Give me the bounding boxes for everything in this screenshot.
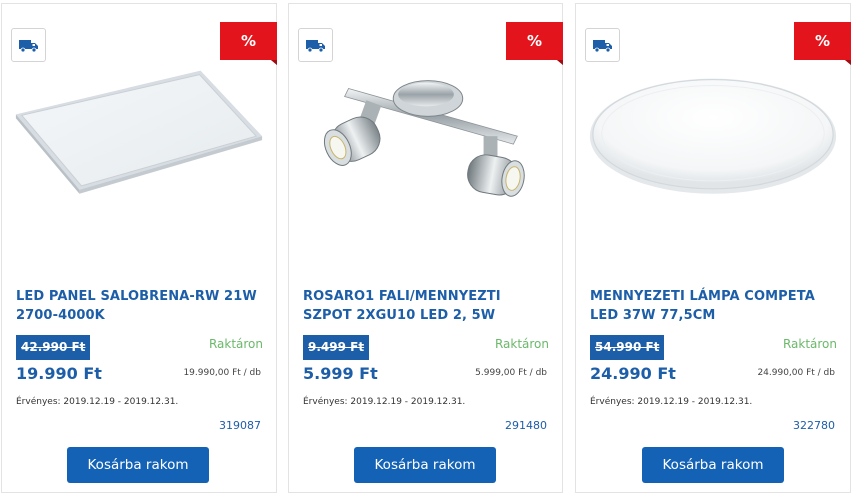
stock-status: Raktáron bbox=[494, 337, 549, 351]
product-card: % MENNYEZETI LÁMPA COMPETA LED 37W 77,5C… bbox=[575, 3, 851, 493]
truck-icon bbox=[298, 28, 333, 62]
add-to-cart-button[interactable]: Kosárba rakom bbox=[354, 447, 496, 483]
old-price: 9.499 Ft bbox=[303, 335, 370, 360]
price: 24.990 Ft bbox=[590, 364, 676, 383]
product-sku: 322780 bbox=[793, 419, 835, 432]
validity-text: Érvényes: 2019.12.19 - 2019.12.31. bbox=[303, 397, 466, 407]
unit-price: 5.999,00 Ft / db bbox=[475, 368, 547, 378]
product-sku: 291480 bbox=[505, 419, 547, 432]
product-title[interactable]: MENNYEZETI LÁMPA COMPETA LED 37W 77,5CM bbox=[590, 287, 840, 325]
product-title[interactable]: ROSARO1 FALI/MENNYEZTI SZPOT 2XGU10 LED … bbox=[303, 287, 553, 325]
product-title[interactable]: LED PANEL SALOBRENA-RW 21W 2700-4000K bbox=[16, 287, 266, 325]
price: 19.990 Ft bbox=[16, 364, 102, 383]
product-sku: 319087 bbox=[219, 419, 261, 432]
validity-text: Érvényes: 2019.12.19 - 2019.12.31. bbox=[16, 397, 179, 407]
old-price: 42.990 Ft bbox=[16, 335, 91, 360]
product-card: % ROSARO1 FALI/MENNYEZTI SZPOT 2XGU10 LE… bbox=[288, 3, 563, 493]
unit-price: 19.990,00 Ft / db bbox=[183, 368, 261, 378]
ceiling-lamp-image[interactable] bbox=[576, 60, 850, 260]
product-card: % LED PANEL SALOBRENA-RW 21W 2700-4000K … bbox=[1, 3, 277, 493]
add-to-cart-button[interactable]: Kosárba rakom bbox=[67, 447, 209, 483]
truck-icon bbox=[11, 28, 46, 62]
sale-badge: % bbox=[794, 22, 851, 65]
truck-icon bbox=[585, 28, 620, 62]
sale-badge: % bbox=[506, 22, 563, 65]
spotlight-image[interactable] bbox=[289, 60, 562, 260]
sale-badge: % bbox=[220, 22, 277, 65]
add-to-cart-button[interactable]: Kosárba rakom bbox=[642, 447, 784, 483]
stock-status: Raktáron bbox=[208, 337, 263, 351]
led-panel-image[interactable] bbox=[2, 60, 276, 260]
unit-price: 24.990,00 Ft / db bbox=[757, 368, 835, 378]
old-price: 54.990 Ft bbox=[590, 335, 665, 360]
stock-status: Raktáron bbox=[782, 337, 837, 351]
price: 5.999 Ft bbox=[303, 364, 378, 383]
validity-text: Érvényes: 2019.12.19 - 2019.12.31. bbox=[590, 397, 753, 407]
